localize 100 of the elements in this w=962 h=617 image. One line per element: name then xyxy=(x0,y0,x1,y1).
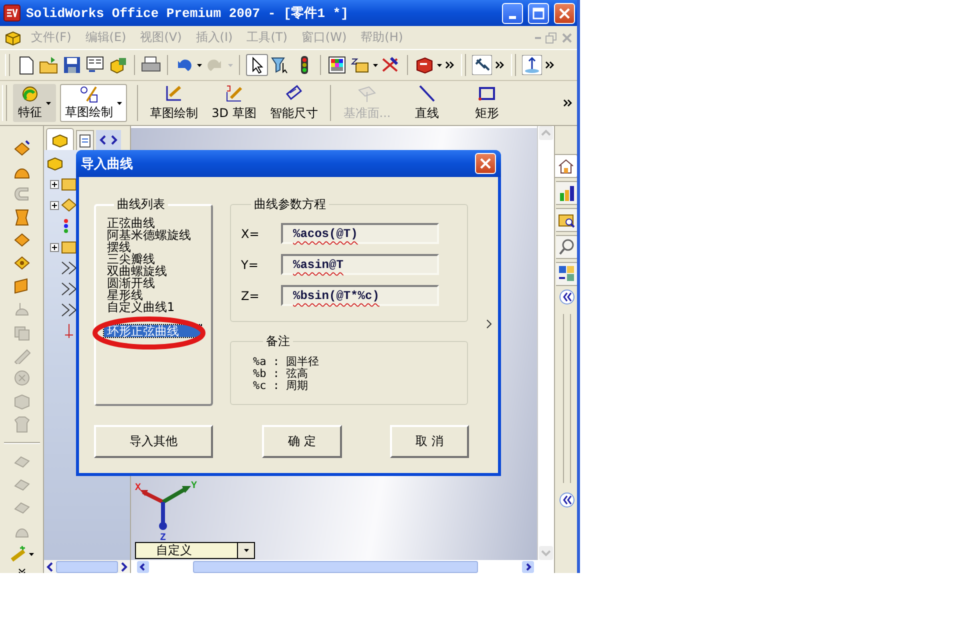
view-dropdown[interactable]: 自定义 xyxy=(135,542,255,559)
list-icon xyxy=(79,134,91,148)
part-icon[interactable] xyxy=(47,155,63,171)
group-label: 曲线参数方程 xyxy=(253,196,327,213)
home-icon xyxy=(557,157,575,175)
search-icon xyxy=(558,238,576,256)
dialog-button[interactable]: 导入其他 xyxy=(94,425,213,458)
minimize-button[interactable] xyxy=(502,2,523,24)
splitter-grip[interactable] xyxy=(563,314,571,483)
group-label: 备注 xyxy=(265,333,291,350)
close-button[interactable] xyxy=(554,2,575,24)
field-label: X= xyxy=(241,226,260,240)
expand-icon[interactable] xyxy=(50,242,59,252)
folder-icon[interactable] xyxy=(61,176,77,192)
toolbar-button[interactable]: 草图绘制 xyxy=(144,84,204,122)
toolbar-button[interactable]: 直线 xyxy=(397,84,457,122)
scrollbar-thumb[interactable] xyxy=(193,560,478,572)
note-text: %a : 圆半径 xyxy=(253,356,320,368)
y-axis-arrow xyxy=(162,486,191,504)
app-logo-icon xyxy=(3,4,21,22)
close-button[interactable] xyxy=(475,153,496,174)
y-axis-label: Y xyxy=(191,481,198,492)
maximize-icon xyxy=(532,6,545,20)
arrow-right-icon[interactable] xyxy=(522,560,534,572)
pencil-icon xyxy=(79,85,99,103)
field-label: Y= xyxy=(241,258,260,272)
chevron-right-icon[interactable] xyxy=(485,318,493,330)
input-field[interactable]: %acos(@T) xyxy=(281,223,439,244)
task-pane-tab[interactable] xyxy=(556,208,577,232)
task-pane-tab[interactable] xyxy=(556,235,577,259)
chevron-icon[interactable] xyxy=(545,60,555,70)
caret-icon xyxy=(117,102,122,104)
note-text: %c : 周期 xyxy=(253,380,310,392)
annotation-folder-icon[interactable] xyxy=(61,239,77,255)
list-item[interactable]: 三尖瓣线 xyxy=(104,253,158,265)
pointer-icon[interactable] xyxy=(246,54,268,76)
list-item[interactable]: 自定义曲线1 xyxy=(104,301,178,313)
pin-icon[interactable] xyxy=(472,55,492,75)
minimize-icon xyxy=(509,16,516,18)
caret-icon xyxy=(46,102,51,104)
arrow-right-icon[interactable] xyxy=(110,135,118,145)
list-item[interactable]: 星形线 xyxy=(104,289,146,301)
scrollbar-thumb[interactable] xyxy=(56,560,118,572)
save-icon[interactable] xyxy=(62,55,82,75)
window-title: SolidWorks Office Premium 2007 - [零件1 *] xyxy=(26,5,350,22)
group-label: 曲线列表 xyxy=(116,196,166,213)
part-icon xyxy=(4,28,22,46)
caret-icon[interactable] xyxy=(373,64,378,66)
chevron-icon[interactable] xyxy=(445,60,455,70)
collapse-icon[interactable] xyxy=(559,492,575,508)
part-icon xyxy=(51,132,69,148)
arrow-right-icon[interactable] xyxy=(120,562,128,572)
command-tab[interactable]: 特征 xyxy=(13,84,56,122)
arrow-left-icon[interactable] xyxy=(46,562,54,572)
properties-icon[interactable] xyxy=(85,55,105,75)
list-item[interactable]: 圆渐开线 xyxy=(104,277,158,289)
caret-icon[interactable] xyxy=(29,552,34,556)
dialog-button[interactable]: 取 消 xyxy=(390,425,469,458)
field-label: Z= xyxy=(241,288,260,302)
list-item[interactable]: 摆线 xyxy=(104,241,134,253)
bar-chart-icon xyxy=(558,184,576,202)
dialog-title: 导入曲线 xyxy=(81,156,133,172)
toolbar-button[interactable]: 智能尺寸 xyxy=(264,84,324,122)
task-pane-tab[interactable] xyxy=(555,154,577,178)
open-folder-icon[interactable] xyxy=(39,55,59,75)
list-item[interactable]: 环形正弦曲线 xyxy=(104,325,201,337)
panel-tab[interactable] xyxy=(46,128,74,150)
chevron-icon[interactable] xyxy=(563,98,573,108)
caret-icon[interactable] xyxy=(437,64,442,66)
dialog-button[interactable]: 确 定 xyxy=(262,425,342,458)
arrow-left-icon[interactable] xyxy=(137,560,149,572)
list-item[interactable]: 双曲螺旋线 xyxy=(104,265,170,277)
maximize-button[interactable] xyxy=(528,2,549,24)
x-axis-label: X xyxy=(135,483,142,494)
x-axis-arrow xyxy=(140,490,164,504)
sketch-3d-icon xyxy=(224,84,244,104)
task-pane-tab[interactable] xyxy=(556,262,577,286)
caret-icon[interactable] xyxy=(197,64,202,66)
collapse-icon[interactable] xyxy=(559,289,575,305)
toolbar-button[interactable]: 3D 草图 xyxy=(204,84,264,122)
task-pane-tab[interactable] xyxy=(556,181,577,205)
close-icon xyxy=(479,157,492,170)
command-tab[interactable]: 草图绘制 xyxy=(60,84,127,122)
expand-icon[interactable] xyxy=(50,200,59,210)
line-icon xyxy=(417,84,437,104)
toolbar-button[interactable]: 矩形 xyxy=(457,84,517,122)
note-text: %b : 弦高 xyxy=(253,368,310,380)
chevron-icon[interactable] xyxy=(495,60,505,70)
close-icon xyxy=(558,6,571,20)
expand-icon[interactable] xyxy=(50,180,59,188)
color-grid-icon[interactable] xyxy=(327,55,347,75)
panel-tab[interactable] xyxy=(76,130,94,150)
list-item[interactable]: 阿基米德螺旋线 xyxy=(104,229,194,241)
list-item[interactable]: 正弦曲线 xyxy=(104,217,158,229)
input-field[interactable]: %asin@T xyxy=(281,254,439,275)
arrow-left-icon[interactable] xyxy=(99,135,107,145)
caret-icon[interactable] xyxy=(244,549,248,552)
assembly-icon[interactable] xyxy=(108,55,128,75)
input-field[interactable]: %bsin(@T*%c) xyxy=(281,285,439,306)
axis-icon[interactable] xyxy=(522,55,542,75)
